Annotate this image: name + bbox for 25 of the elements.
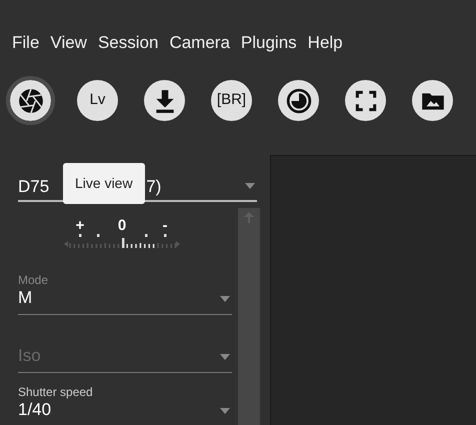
toolbar-button[interactable]	[144, 80, 185, 121]
select-field[interactable]: Mode M	[18, 257, 232, 315]
toolbar-button[interactable]	[278, 80, 319, 121]
menu-item[interactable]: Session	[98, 28, 158, 58]
menu-item[interactable]: Plugins	[240, 28, 297, 58]
toolbar-button[interactable]	[345, 80, 386, 121]
select-field: Iso	[18, 315, 232, 373]
dropdown-arrow-icon	[220, 296, 230, 302]
aperture-icon	[18, 88, 44, 114]
toolbar-button[interactable]: Lv	[77, 80, 118, 121]
toolbar-button[interactable]	[412, 80, 453, 121]
scrollbar[interactable]	[238, 208, 260, 425]
tooltip: Live view	[63, 163, 145, 204]
menu-item[interactable]: Help	[308, 28, 343, 58]
dropdown-arrow-icon	[220, 408, 230, 414]
dropdown-arrow-icon	[245, 183, 255, 189]
menu-item[interactable]: View	[50, 28, 87, 58]
dropdown-arrow-icon	[220, 354, 230, 360]
timer-icon	[286, 88, 312, 114]
menu-item[interactable]: File	[12, 28, 40, 58]
exposure-meter-drawing: + 0 -	[60, 210, 190, 260]
toolbar-button[interactable]: [BR]	[211, 80, 252, 121]
toolbar-button[interactable]	[6, 76, 55, 125]
menu-item[interactable]: Camera	[169, 28, 230, 58]
select-field[interactable]: Shutter speed 1/40	[18, 373, 232, 425]
